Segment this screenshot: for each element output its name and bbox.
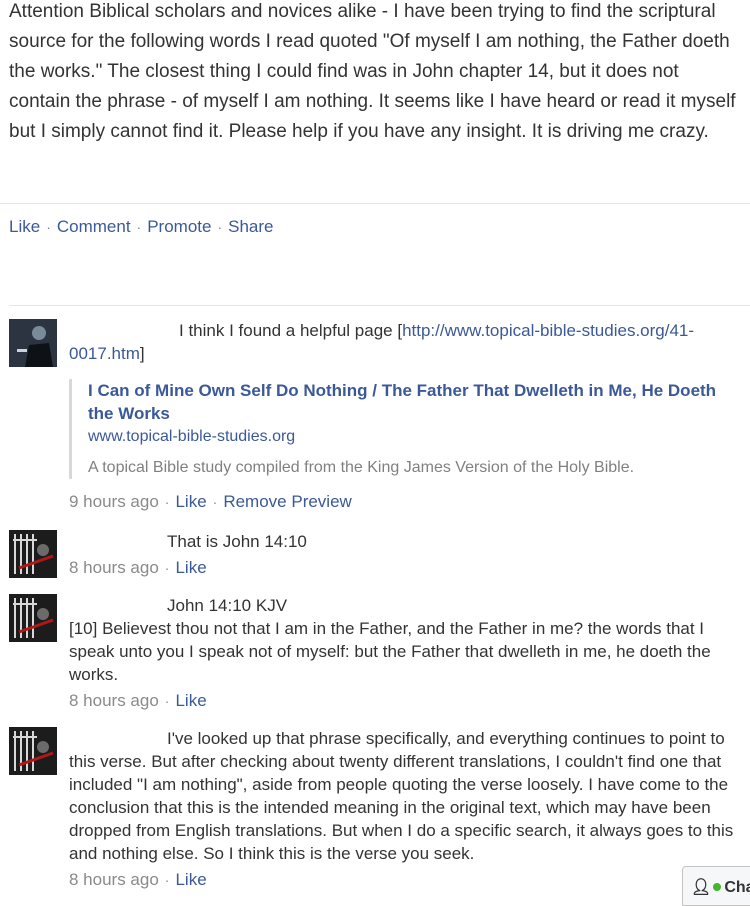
separator: ·	[136, 219, 142, 235]
comment-link[interactable]: Comment	[57, 217, 131, 236]
like-link[interactable]: Like	[175, 492, 206, 511]
author-name-redacted[interactable]	[69, 530, 167, 550]
timestamp[interactable]: 8 hours ago	[69, 691, 159, 710]
separator: ·	[217, 219, 223, 235]
preview-description: A topical Bible study compiled from the …	[88, 459, 635, 476]
comment-text: I've looked up that phrase specifically,…	[69, 729, 734, 863]
divider	[0, 203, 750, 204]
like-link[interactable]: Like	[175, 691, 206, 710]
preview-domain[interactable]: www.topical-bible-studies.org	[88, 425, 728, 448]
likes-summary-redacted	[7, 266, 183, 296]
preview-title[interactable]: I Can of Mine Own Self Do Nothing / The …	[88, 379, 728, 425]
share-link[interactable]: Share	[228, 217, 273, 236]
separator: ·	[46, 219, 51, 235]
remove-preview-link[interactable]: Remove Preview	[223, 492, 352, 511]
comment-meta: 8 hours ago · Like	[69, 690, 741, 712]
timestamp[interactable]: 9 hours ago	[69, 492, 159, 511]
author-name-redacted[interactable]	[69, 594, 167, 614]
like-link[interactable]: Like	[175, 558, 206, 577]
separator: ·	[164, 872, 170, 888]
comment-text: I think I found a helpful page [	[179, 321, 403, 340]
avatar[interactable]	[9, 530, 57, 578]
user-icon: 👤︎	[691, 879, 712, 896]
like-link[interactable]: Like	[175, 870, 206, 889]
comment-text: John 14:10 KJV	[167, 596, 288, 615]
comment-text-after: ]	[139, 344, 145, 363]
chat-tab[interactable]: 👤︎ Cha	[682, 866, 750, 906]
like-link[interactable]: Like	[9, 217, 40, 236]
divider	[9, 305, 750, 306]
avatar[interactable]	[9, 727, 57, 775]
promote-link[interactable]: Promote	[147, 217, 211, 236]
post-text: Attention Biblical scholars and novices …	[9, 1, 736, 142]
separator: ·	[164, 560, 170, 576]
author-name-redacted[interactable]	[69, 319, 179, 339]
chat-label: Cha	[724, 879, 750, 896]
comment-text: That is John 14:10	[167, 532, 307, 551]
comment-meta: 8 hours ago · Like	[69, 557, 741, 579]
author-name-redacted[interactable]	[69, 727, 167, 747]
separator: ·	[164, 494, 170, 510]
avatar[interactable]	[9, 319, 57, 367]
post-actions: Like · Comment · Promote · Share	[9, 216, 274, 238]
separator: ·	[164, 693, 170, 709]
avatar[interactable]	[9, 594, 57, 642]
comment-meta: 8 hours ago · Like	[69, 869, 741, 891]
separator: ·	[212, 494, 218, 510]
comment-text-body: [10] Believest thou not that I am in the…	[69, 619, 711, 684]
timestamp[interactable]: 8 hours ago	[69, 870, 159, 889]
online-status-icon	[713, 883, 722, 891]
timestamp[interactable]: 8 hours ago	[69, 558, 159, 577]
comment-meta: 9 hours ago · Like · Remove Preview	[69, 491, 741, 513]
link-preview[interactable]: I Can of Mine Own Self Do Nothing / The …	[69, 379, 728, 479]
